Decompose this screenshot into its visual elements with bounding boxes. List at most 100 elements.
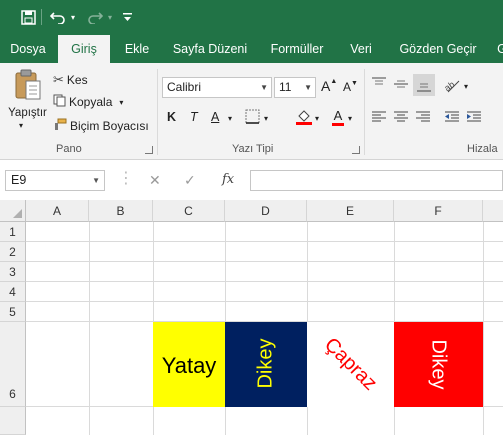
row-header-3[interactable]: 3 [0,262,26,282]
enter-icon[interactable]: ✓ [184,172,196,189]
paste-icon [15,69,41,100]
formula-input[interactable] [250,170,503,191]
font-color-dropdown-icon[interactable]: ▾ [348,114,352,123]
toolbar-separator [41,9,42,25]
chevron-down-icon: ▼ [304,83,312,92]
grow-font-icon: A [321,78,331,94]
font-name-dropdown[interactable]: Calibri ▼ [162,77,272,98]
format-painter-button[interactable]: Biçim Boyacısı [53,118,149,134]
italic-button[interactable]: T [190,110,198,124]
align-center-button[interactable] [393,111,409,123]
decrease-indent-button[interactable] [444,111,460,123]
bottom-align-button[interactable] [413,74,435,96]
column-header-a[interactable]: A [26,200,89,222]
gridline [26,281,503,282]
cell-d6-text: Dikey [254,338,277,389]
top-align-button[interactable] [371,77,387,91]
fill-color-button[interactable] [295,108,313,126]
format-painter-icon [53,118,67,134]
increase-indent-button[interactable] [466,111,482,123]
underline-button[interactable]: A [211,110,219,124]
bold-button[interactable]: K [167,110,176,124]
font-size-dropdown[interactable]: 11 ▼ [274,77,316,98]
formula-bar: E9 ▼ ⋮ ✕ ✓ fx [0,160,503,200]
middle-align-button[interactable] [393,77,409,91]
borders-button[interactable] [245,109,260,124]
tab-more[interactable]: G [492,35,503,63]
redo-dropdown-icon[interactable]: ▾ [105,7,115,27]
tab-gozden-gecir[interactable]: Gözden Geçir [390,35,486,63]
underline-dropdown-icon[interactable]: ▾ [228,114,232,123]
row-header-1[interactable]: 1 [0,222,26,242]
row-header-7[interactable] [0,407,26,435]
increase-indent-icon [467,111,481,122]
cancel-icon[interactable]: ✕ [149,172,161,189]
chevron-down-icon: ▼ [260,83,268,92]
orientation-icon: ab [444,79,460,93]
name-box-value: E9 [11,173,27,187]
cell-d6[interactable]: Dikey [225,322,307,407]
save-icon[interactable] [18,7,38,27]
cell-e6[interactable]: Çapraz [307,322,394,407]
paste-button[interactable] [8,69,48,129]
shrink-font-button[interactable]: A ▼ [343,80,358,94]
clipboard-group-label: Pano [56,143,82,155]
cell-f6[interactable]: Dikey [394,322,483,407]
grow-font-button[interactable]: A ▲ [321,78,337,94]
row-header-4[interactable]: 4 [0,282,26,302]
ribbon: Yapıştır ▾ ✂ Kes Kopyala ▾ Biçim Boyacıs… [0,63,503,160]
group-divider [157,69,158,155]
tab-formuller[interactable]: Formüller [262,35,332,63]
cell-c6[interactable]: Yatay [153,322,225,407]
align-right-icon [416,111,430,122]
up-caret-icon: ▲ [330,78,338,85]
bottom-align-icon [417,83,431,92]
undo-dropdown-icon[interactable]: ▾ [68,7,78,27]
copy-dropdown-icon[interactable]: ▾ [119,98,123,107]
font-color-swatch [332,123,344,126]
fill-bucket-icon [296,110,312,125]
alignment-group-label: Hizala [467,143,498,155]
format-painter-label: Biçim Boyacısı [70,119,149,133]
align-left-button[interactable] [371,111,387,123]
row-header-5[interactable]: 5 [0,302,26,322]
align-left-icon [372,111,386,122]
chevron-down-icon: ▼ [92,176,100,185]
align-right-button[interactable] [415,111,431,123]
column-header-b[interactable]: B [89,200,153,222]
copy-button[interactable]: Kopyala ▾ [53,94,123,110]
align-center-icon [394,111,408,122]
font-dialog-launcher[interactable] [352,146,360,154]
fill-color-dropdown-icon[interactable]: ▾ [315,114,319,123]
decrease-indent-icon [445,111,459,122]
row-header-2[interactable]: 2 [0,242,26,262]
redo-icon[interactable] [85,7,105,27]
top-align-icon [372,77,386,85]
cut-button[interactable]: ✂ Kes [53,72,88,88]
insert-function-icon[interactable]: fx [222,172,234,187]
tab-dosya[interactable]: Dosya [4,35,52,63]
paste-dropdown-icon[interactable]: ▾ [19,121,23,130]
name-box[interactable]: E9 ▼ [5,170,105,191]
tab-veri[interactable]: Veri [338,35,384,63]
scissors-icon: ✂ [53,72,64,87]
paste-label[interactable]: Yapıştır [5,107,50,119]
column-header-e[interactable]: E [307,200,394,222]
column-header-d[interactable]: D [225,200,307,222]
borders-dropdown-icon[interactable]: ▾ [264,114,268,123]
tab-ekle[interactable]: Ekle [116,35,158,63]
column-header-f[interactable]: F [394,200,483,222]
font-color-button[interactable]: A [332,108,344,126]
gridline [89,222,90,435]
orientation-dropdown-icon[interactable]: ▾ [464,82,468,91]
column-header-g[interactable] [483,200,503,222]
undo-icon[interactable] [48,7,68,27]
tab-giris[interactable]: Giriş [58,35,110,64]
select-all-button[interactable] [0,200,26,222]
row-header-6[interactable]: 6 [0,322,26,407]
column-header-c[interactable]: C [153,200,225,222]
customize-toolbar-icon[interactable] [120,7,134,27]
tab-sayfa-duzeni[interactable]: Sayfa Düzeni [164,35,256,63]
orientation-button[interactable]: ab [444,77,462,93]
clipboard-dialog-launcher[interactable] [145,146,153,154]
